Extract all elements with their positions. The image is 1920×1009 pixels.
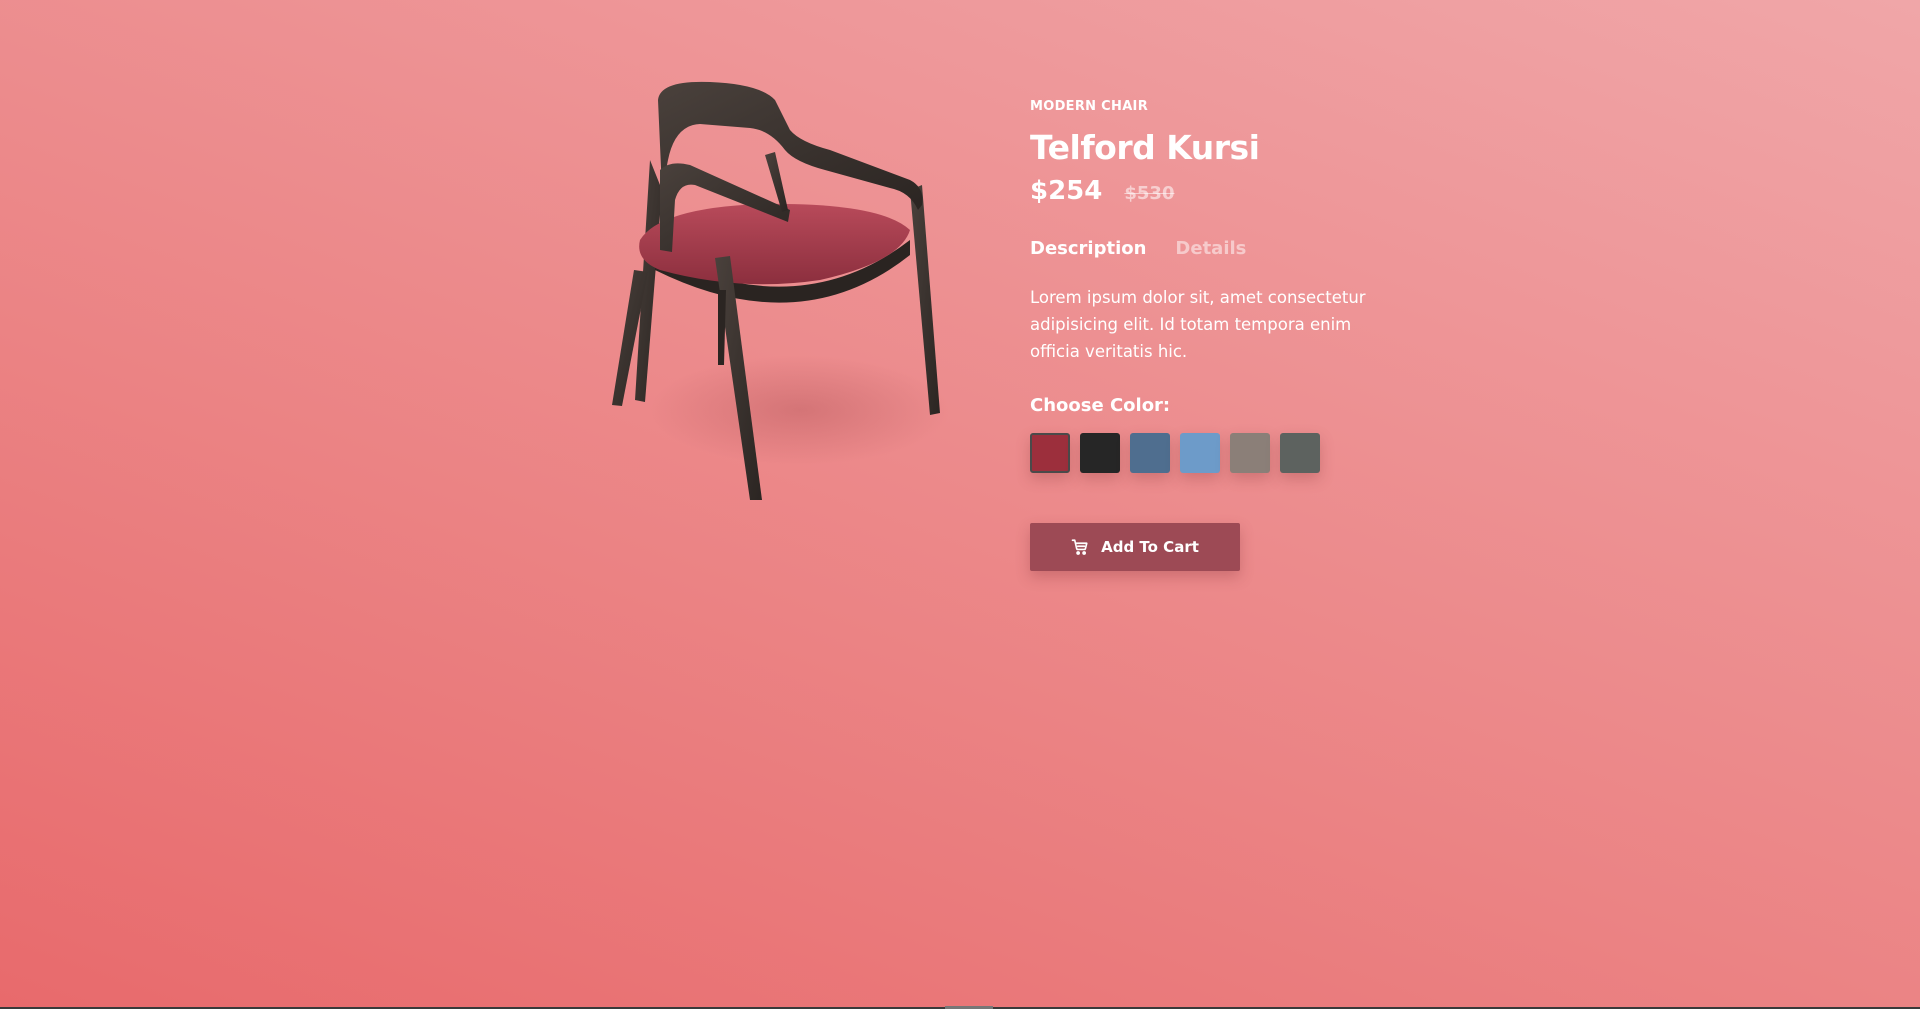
add-to-cart-label: Add To Cart: [1101, 538, 1199, 556]
color-swatch-denim[interactable]: [1130, 433, 1170, 473]
color-swatch-taupe[interactable]: [1230, 433, 1270, 473]
color-picker-label: Choose Color:: [1030, 395, 1171, 416]
info-tabs: Description Details: [1030, 236, 1410, 262]
product-description: Lorem ipsum dolor sit, amet consectetur …: [1030, 288, 1366, 361]
tab-description[interactable]: Description: [1030, 236, 1146, 262]
color-swatch-grey[interactable]: [1280, 433, 1320, 473]
tab-details[interactable]: Details: [1175, 236, 1246, 262]
chair-image: [600, 80, 980, 520]
product-info: MODERN CHAIR Telford Kursi $254 $530 Des…: [1030, 98, 1410, 571]
chair-illustration: [612, 81, 950, 500]
product-category: MODERN CHAIR: [1030, 99, 1149, 114]
product-page: MODERN CHAIR Telford Kursi $254 $530 Des…: [0, 0, 1920, 1009]
cart-icon: [1071, 538, 1089, 556]
old-price: $530: [1124, 183, 1175, 204]
color-swatches: [1030, 433, 1410, 473]
add-to-cart-button[interactable]: Add To Cart: [1030, 523, 1240, 571]
color-swatch-black[interactable]: [1080, 433, 1120, 473]
product-title: Telford Kursi: [1030, 128, 1260, 167]
color-swatch-red[interactable]: [1030, 433, 1070, 473]
color-swatch-light-blue[interactable]: [1180, 433, 1220, 473]
price-row: $254 $530: [1030, 176, 1410, 212]
current-price: $254: [1030, 176, 1103, 206]
